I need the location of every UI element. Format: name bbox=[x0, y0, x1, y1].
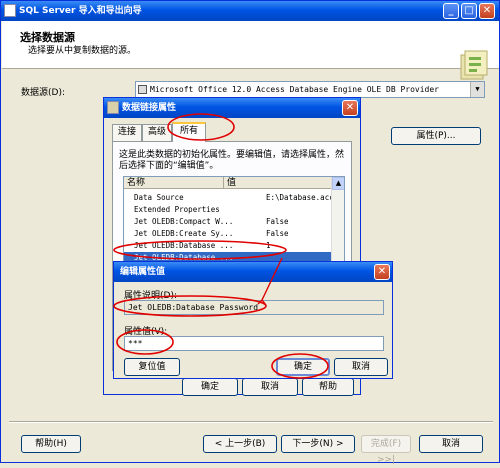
column-header-name[interactable]: 名称 bbox=[124, 177, 224, 189]
cancel-button[interactable]: 取消 bbox=[419, 435, 483, 453]
maximize-button[interactable]: □ bbox=[461, 3, 477, 19]
tab-description: 这是此类数据的初始化属性。要编辑值，请选择属性，然后选择下面的“编辑值”。 bbox=[119, 150, 345, 171]
column-header-value[interactable]: 值 bbox=[224, 177, 332, 189]
row-value: 1 bbox=[266, 241, 271, 250]
table-row[interactable]: Data Source E:\Database.accdb bbox=[124, 192, 343, 203]
datasource-value: Microsoft Office 12.0 Access Database En… bbox=[150, 85, 439, 94]
property-description-field: Jet OLEDB:Database Password bbox=[124, 300, 384, 315]
table-row[interactable]: Extended Properties bbox=[124, 204, 332, 215]
window-title: SQL Server 导入和导出向导 bbox=[19, 6, 142, 16]
properties-button[interactable]: 属性(P)... bbox=[391, 127, 481, 145]
dialog-title: 数据链接属性 bbox=[122, 103, 177, 113]
next-button[interactable]: 下一步(N) > bbox=[281, 435, 355, 453]
tab-all[interactable]: 所有 bbox=[172, 122, 206, 142]
chevron-down-icon[interactable]: ▼ bbox=[470, 82, 484, 97]
edit-cancel-button[interactable]: 取消 bbox=[334, 358, 388, 376]
edit-dialog-titlebar[interactable]: 编辑属性值 ✕ bbox=[114, 262, 392, 282]
wizard-titlebar[interactable]: SQL Server 导入和导出向导 _ □ ✕ bbox=[1, 1, 499, 21]
dialog-ok-button[interactable]: 确定 bbox=[182, 378, 238, 396]
wizard-graphic-icon bbox=[460, 50, 488, 80]
row-value: False bbox=[266, 217, 289, 226]
table-row[interactable]: Jet OLEDB:Database ... 1 bbox=[124, 240, 332, 251]
footer-divider bbox=[9, 421, 493, 423]
tab-connection[interactable]: 连接 bbox=[112, 124, 142, 141]
row-name: Jet OLEDB:Compact W... bbox=[134, 217, 234, 226]
dialog-icon bbox=[107, 101, 119, 114]
edit-property-value-dialog: 编辑属性值 ✕ 属性说明(D): Jet OLEDB:Database Pass… bbox=[113, 261, 393, 379]
datasource-select[interactable]: Microsoft Office 12.0 Access Database En… bbox=[135, 81, 485, 98]
edit-dialog-close-button[interactable]: ✕ bbox=[374, 264, 390, 280]
app-icon bbox=[4, 4, 16, 17]
finish-button: 完成(F) >>| bbox=[361, 435, 411, 465]
table-row[interactable]: Jet OLEDB:Create Sy... False bbox=[124, 228, 332, 239]
property-value-input[interactable]: *** bbox=[124, 336, 384, 351]
tab-advanced[interactable]: 高级 bbox=[142, 124, 172, 141]
row-name: Extended Properties bbox=[134, 205, 220, 214]
row-value: False bbox=[266, 229, 289, 238]
edit-ok-button[interactable]: 确定 bbox=[276, 358, 330, 376]
table-row[interactable]: Jet OLEDB:Compact W... False bbox=[124, 216, 332, 227]
row-name: Jet OLEDB:Create Sy... bbox=[134, 229, 234, 238]
reset-value-button[interactable]: 复位值 bbox=[124, 358, 180, 376]
minimize-button[interactable]: _ bbox=[443, 3, 459, 19]
wizard-header: 选择数据源 选择要从中复制数据的源。 bbox=[2, 21, 499, 80]
dialog-close-button[interactable]: ✕ bbox=[342, 100, 358, 116]
scroll-up-icon[interactable]: ▲ bbox=[332, 177, 344, 190]
datasource-label: 数据源(D): bbox=[21, 88, 65, 98]
back-button[interactable]: < 上一步(B) bbox=[203, 435, 277, 453]
row-name: Data Source bbox=[134, 193, 184, 202]
dialog-titlebar[interactable]: 数据链接属性 ✕ bbox=[104, 98, 360, 118]
close-button[interactable]: ✕ bbox=[479, 3, 495, 19]
dialog-help-button[interactable]: 帮助 bbox=[302, 378, 354, 396]
edit-dialog-title: 编辑属性值 bbox=[120, 267, 166, 277]
dialog-cancel-button[interactable]: 取消 bbox=[242, 378, 298, 396]
page-subtitle: 选择要从中复制数据的源。 bbox=[28, 46, 137, 56]
provider-icon bbox=[138, 85, 147, 94]
row-name: Jet OLEDB:Database ... bbox=[134, 241, 234, 250]
help-button[interactable]: 帮助(H) bbox=[21, 435, 81, 453]
